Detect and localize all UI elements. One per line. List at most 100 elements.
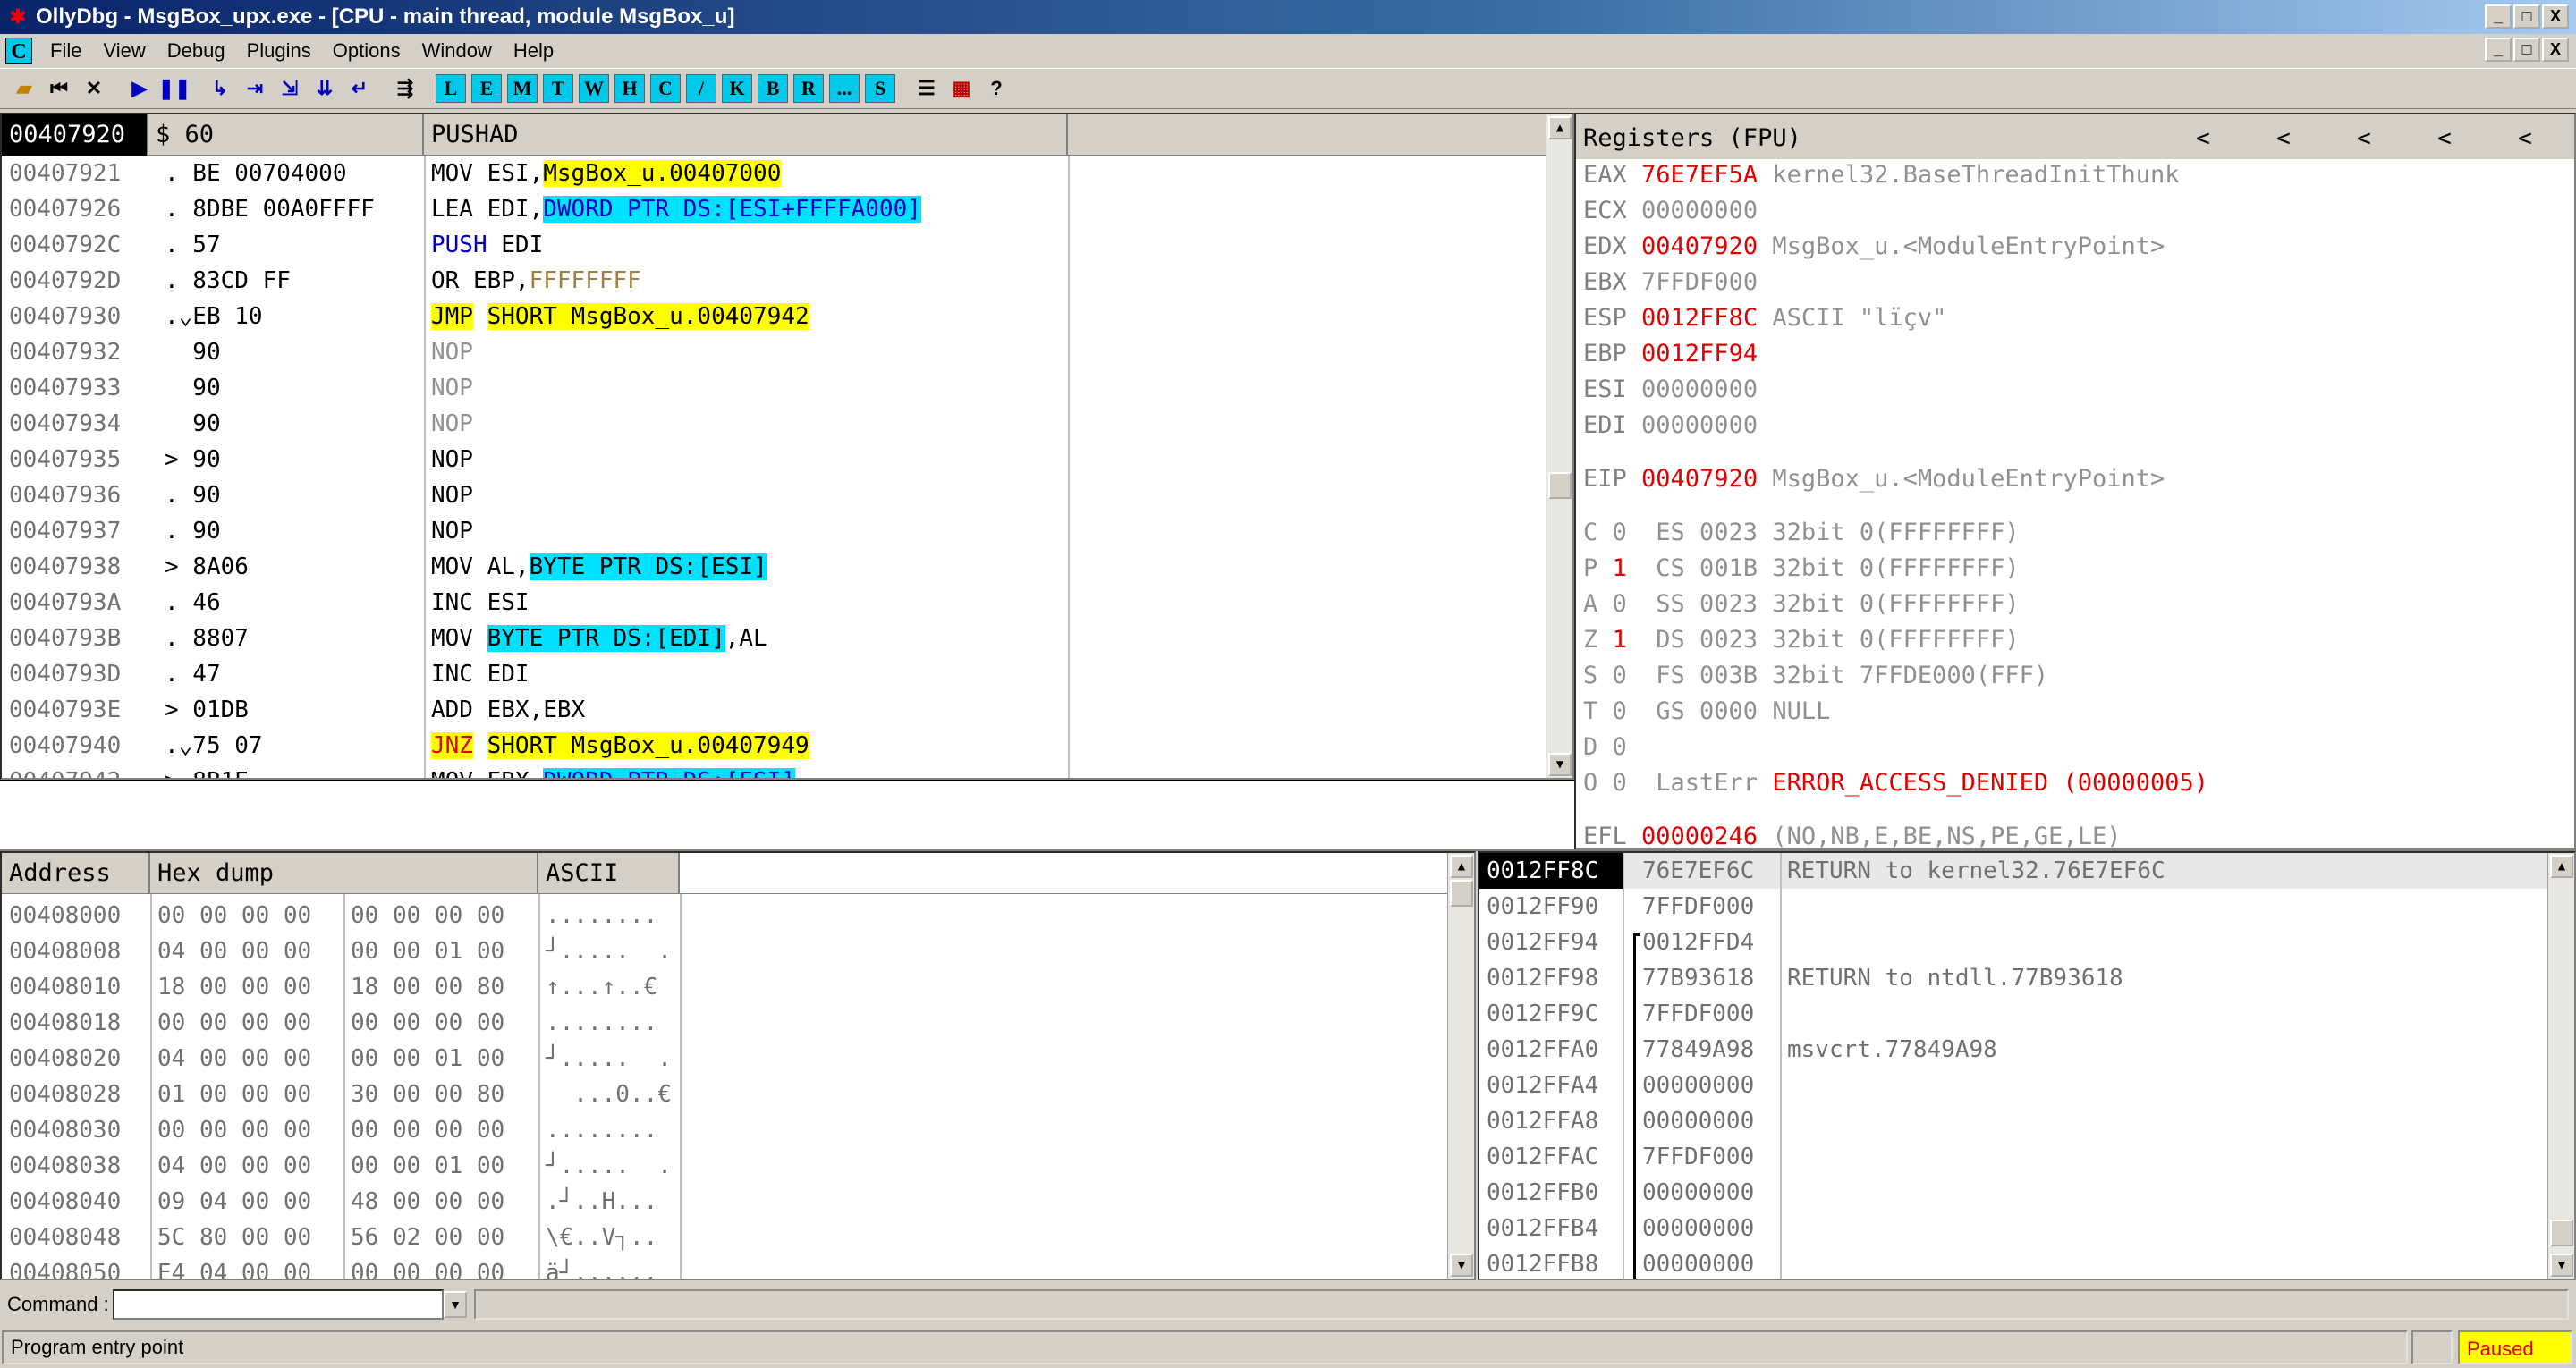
hex-header[interactable]: $ 60 bbox=[148, 114, 424, 156]
dump-row[interactable]: 00408038 04 00 00 00 00 00 01 00 ┘..... . bbox=[2, 1148, 680, 1184]
register-line[interactable]: S 0 FS 003B 32bit 7FFDE000(FFF) bbox=[1583, 658, 2048, 694]
stack-row[interactable]: 0012FF8C 76E7EF6C RETURN to kernel32.76E7E… bbox=[1479, 853, 2549, 889]
mdi-close-button[interactable]: X bbox=[2542, 38, 2569, 62]
menu-plugins[interactable]: Plugins bbox=[236, 34, 322, 68]
execute-till-return-icon[interactable]: ↵ bbox=[344, 73, 375, 104]
register-line[interactable]: A 0 SS 0023 32bit 0(FFFFFFFF) bbox=[1583, 587, 2020, 622]
menu-help[interactable]: Help bbox=[503, 34, 564, 68]
register-line[interactable]: EAX 76E7EF5A kernel32.BaseThreadInitThun… bbox=[1583, 157, 2179, 193]
command-dropdown-button[interactable]: ▼ bbox=[444, 1291, 467, 1318]
windows-window-button[interactable]: W bbox=[579, 74, 609, 103]
disasm-row[interactable]: 00407935 > 90 NOP bbox=[2, 442, 1068, 477]
register-view-nav-icon[interactable]: < bbox=[2485, 114, 2565, 159]
disasm-row[interactable]: 00407940 .⌄75 07 JNZ SHORT MsgBox_u.004079… bbox=[2, 728, 1068, 764]
log-window-button[interactable]: L bbox=[436, 74, 466, 103]
scroll-thumb[interactable] bbox=[1548, 472, 1572, 499]
scroll-down-arrow-icon[interactable]: ▼ bbox=[1450, 1254, 1473, 1277]
dump-row[interactable]: 00408030 00 00 00 00 00 00 00 00........ bbox=[2, 1112, 680, 1148]
scroll-down-arrow-icon[interactable]: ▼ bbox=[2550, 1254, 2573, 1277]
disassembly-pane[interactable]: 00407920 $ 60 PUSHAD 00407921 . BE 007040… bbox=[0, 113, 1574, 780]
register-line[interactable]: O 0 LastErr ERROR_ACCESS_DENIED (0000000… bbox=[1583, 765, 2208, 801]
close-button[interactable]: X bbox=[2542, 4, 2569, 29]
trace-over-icon[interactable]: ⇊ bbox=[309, 73, 340, 104]
disasm-row[interactable]: 0040793E > 01DB ADD EBX,EBX bbox=[2, 692, 1068, 728]
dump-row[interactable]: 00408008 04 00 00 00 00 00 01 00 ┘..... . bbox=[2, 933, 680, 969]
menu-window[interactable]: Window bbox=[411, 34, 503, 68]
register-view-nav-icon[interactable]: < bbox=[2404, 114, 2485, 159]
dump-scrollbar[interactable]: ▲ ▼ bbox=[1447, 853, 1474, 1279]
run-trace-window-button[interactable]: ... bbox=[829, 74, 860, 103]
stack-row[interactable]: 0012FF90 7FFDF000 bbox=[1479, 889, 2549, 925]
register-line[interactable]: EBP 0012FF94 bbox=[1583, 336, 1758, 372]
register-line[interactable]: EFL 00000246 (NO,NB,E,BE,NS,PE,GE,LE) bbox=[1583, 819, 2121, 848]
grid-icon[interactable]: ▦ bbox=[946, 73, 977, 104]
maximize-button[interactable]: □ bbox=[2513, 4, 2540, 29]
dump-row[interactable]: 00408010 18 00 00 00 18 00 00 80 ↑...↑..€ bbox=[2, 969, 680, 1005]
scroll-up-arrow-icon[interactable]: ▲ bbox=[1450, 855, 1473, 878]
register-line[interactable]: D 0 bbox=[1583, 730, 1627, 765]
dump-row[interactable]: 00408048 5C 80 00 00 56 02 00 00 \€..V┐.. bbox=[2, 1220, 680, 1255]
menu-debug[interactable]: Debug bbox=[157, 34, 236, 68]
register-line[interactable]: T 0 GS 0000 NULL bbox=[1583, 694, 1830, 730]
register-view-nav-icon[interactable]: < bbox=[2243, 114, 2324, 159]
trace-into-icon[interactable]: ⇲ bbox=[275, 73, 305, 104]
threads-window-button[interactable]: T bbox=[543, 74, 573, 103]
dump-address-header[interactable]: Address bbox=[2, 853, 150, 894]
menu-view[interactable]: View bbox=[92, 34, 156, 68]
dump-hex-header[interactable]: Hex dump bbox=[150, 853, 538, 894]
step-over-icon[interactable]: ⇥ bbox=[240, 73, 270, 104]
register-line[interactable]: EDX 00407920 MsgBox_u.<ModuleEntryPoint> bbox=[1583, 229, 2165, 265]
command-input[interactable] bbox=[113, 1289, 444, 1320]
dump-row[interactable]: 00408018 00 00 00 00 00 00 00 00........ bbox=[2, 1005, 680, 1041]
registers-title[interactable]: Registers (FPU) bbox=[1576, 114, 1801, 156]
disasm-row[interactable]: 00407934 90 NOP bbox=[2, 406, 1068, 442]
register-line[interactable]: EBX 7FFDF000 bbox=[1583, 265, 1758, 300]
hex-dump-pane[interactable]: Address Hex dump ASCII 00408000 00 00 00 … bbox=[0, 851, 1476, 1280]
comment-header[interactable] bbox=[1068, 114, 1572, 156]
register-line[interactable]: P 1 CS 001B 32bit 0(FFFFFFFF) bbox=[1583, 551, 2020, 587]
register-line[interactable]: ESP 0012FF8C ASCII "lïçv" bbox=[1583, 300, 1946, 336]
stack-pane[interactable]: 0012FF8C 76E7EF6C RETURN to kernel32.76E7E… bbox=[1478, 851, 2576, 1280]
register-view-nav-icon[interactable]: < bbox=[2163, 114, 2243, 159]
scroll-thumb[interactable] bbox=[2550, 1220, 2573, 1246]
close-icon[interactable]: ✕ bbox=[79, 73, 109, 104]
mdi-restore-button[interactable]: □ bbox=[2513, 38, 2540, 62]
dump-row[interactable]: 00408040 09 04 00 00 48 00 00 00 .┘..H... bbox=[2, 1184, 680, 1220]
patches-window-button[interactable]: / bbox=[686, 74, 716, 103]
register-line[interactable]: ECX 00000000 bbox=[1583, 193, 1758, 229]
memory-window-button[interactable]: M bbox=[507, 74, 538, 103]
dump-row[interactable]: 00408050 E4 04 00 00 00 00 00 00 ä┘...... bbox=[2, 1255, 680, 1279]
disasm-row[interactable]: 0040793B . 8807 MOV BYTE PTR DS:[EDI],AL bbox=[2, 621, 1068, 656]
disasm-row[interactable]: 00407930 .⌄EB 10 JMP SHORT MsgBox_u.004079… bbox=[2, 299, 1068, 334]
dump-row[interactable]: 00408020 04 00 00 00 00 00 01 00 ┘..... . bbox=[2, 1041, 680, 1077]
menu-file[interactable]: File bbox=[39, 34, 92, 68]
cpu-window-button[interactable]: C bbox=[650, 74, 681, 103]
open-icon[interactable]: ▰ bbox=[9, 73, 39, 104]
menu-options[interactable]: Options bbox=[322, 34, 411, 68]
register-line[interactable]: EIP 00407920 MsgBox_u.<ModuleEntryPoint> bbox=[1583, 461, 2165, 497]
scroll-up-arrow-icon[interactable]: ▲ bbox=[2550, 855, 2573, 878]
disasm-row[interactable]: 0040793D . 47 INC EDI bbox=[2, 656, 1068, 692]
scroll-down-arrow-icon[interactable]: ▼ bbox=[1548, 753, 1572, 776]
disasm-row[interactable]: 0040793A . 46 INC ESI bbox=[2, 585, 1068, 621]
disasm-row[interactable]: 00407926 . 8DBE 00A0FFFF LEA EDI,DWORD PTR… bbox=[2, 191, 1068, 227]
disasm-row[interactable]: 00407933 90 NOP bbox=[2, 370, 1068, 406]
scroll-up-arrow-icon[interactable]: ▲ bbox=[1548, 116, 1572, 139]
source-window-button[interactable]: S bbox=[865, 74, 895, 103]
disasm-row[interactable]: 00407936 . 90 NOP bbox=[2, 477, 1068, 513]
register-line[interactable]: ESI 00000000 bbox=[1583, 372, 1758, 408]
disasm-row[interactable]: 00407942> 8B1EMOV EBX,DWORD PTR DS:[ESI] bbox=[2, 764, 1068, 778]
current-address-header[interactable]: 00407920 bbox=[2, 114, 148, 156]
disasm-row[interactable]: 00407932 90 NOP bbox=[2, 334, 1068, 370]
list-icon[interactable]: ☰ bbox=[911, 73, 942, 104]
disasm-row[interactable]: 00407921 . BE 00704000 MOV ESI,MsgBox_u.00… bbox=[2, 156, 1068, 191]
disassembly-scrollbar[interactable]: ▲ ▼ bbox=[1546, 114, 1572, 778]
register-line[interactable]: EDI 00000000 bbox=[1583, 408, 1758, 443]
dump-row[interactable]: 00408028 01 00 00 00 30 00 00 80 ...0..€ bbox=[2, 1077, 680, 1112]
mdi-minimize-button[interactable]: _ bbox=[2485, 38, 2512, 62]
disasm-row[interactable]: 00407938 > 8A06 MOV AL,BYTE PTR DS:[ESI] bbox=[2, 549, 1068, 585]
go-to-icon[interactable]: ⇶ bbox=[390, 73, 420, 104]
disasm-row[interactable]: 0040792D . 83CD FF OR EBP,FFFFFFFF bbox=[2, 263, 1068, 299]
scroll-thumb[interactable] bbox=[1450, 880, 1473, 907]
disasm-row[interactable]: 0040792C . 57 PUSH EDI bbox=[2, 227, 1068, 263]
